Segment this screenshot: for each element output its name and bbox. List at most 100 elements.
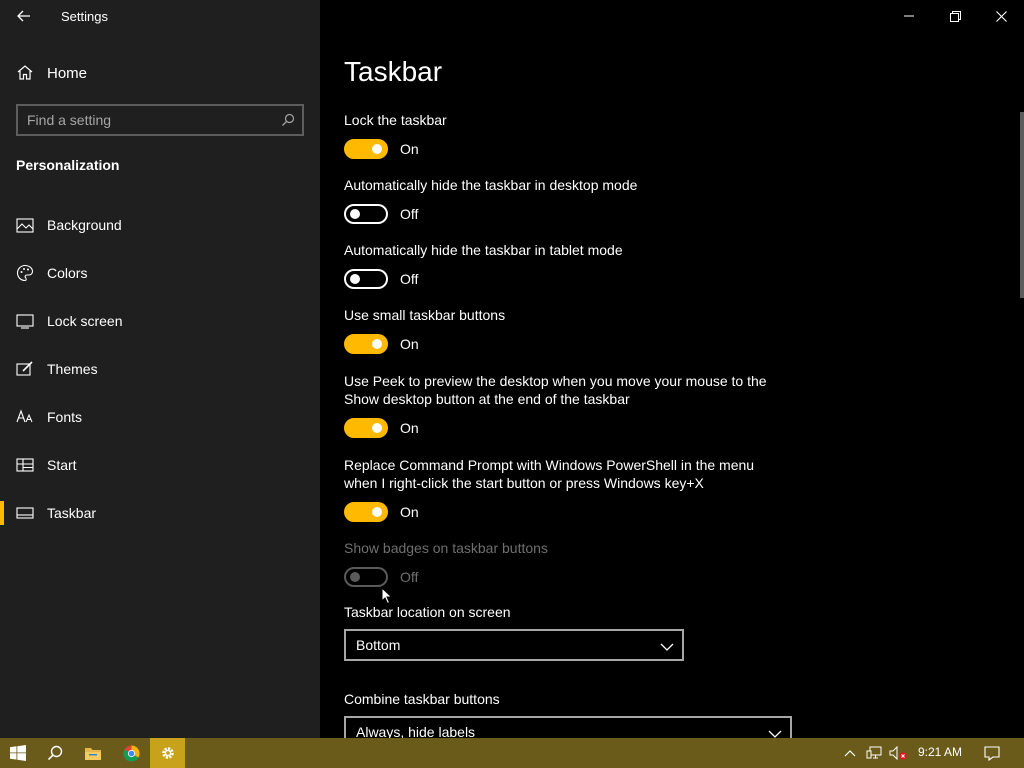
palette-icon [16,264,34,282]
location-dropdown[interactable]: Bottom [344,629,684,661]
setting-label: Automatically hide the taskbar in deskto… [344,177,638,193]
scrollbar-thumb[interactable] [1020,112,1024,298]
setting-label: Replace Command Prompt with Windows Powe… [344,457,755,491]
search-box[interactable] [16,104,304,136]
toggle-knob [372,423,382,433]
toggle-state: Off [400,271,419,287]
minimize-button[interactable] [886,0,932,32]
setting-peek: Use Peek to preview the desktop when you… [344,372,784,438]
combine-dropdown[interactable]: Always, hide labels [344,716,792,738]
app-title: Settings [61,9,108,24]
setting-badges: Show badges on taskbar buttons Off [344,539,784,587]
toggle-switch[interactable] [344,269,388,289]
sidebar-item-label: Lock screen [47,313,123,329]
toggle-knob [350,274,360,284]
folder-icon [85,747,101,760]
home-label: Home [47,65,88,82]
chevron-down-icon [768,726,782,738]
taskbar-icon [16,504,34,522]
volume-button[interactable] [886,738,910,768]
setting-label: Lock the taskbar [344,112,447,128]
font-icon [16,408,34,426]
toggle-switch[interactable] [344,418,388,438]
minimize-icon [904,15,914,17]
sidebar-nav: Background Colors Lock screen Themes Fon… [0,201,320,537]
sidebar-home[interactable]: Home [0,56,320,90]
main-content: Taskbar Lock the taskbar On Automaticall… [320,0,1024,738]
toggle-knob [350,209,360,219]
location-value: Bottom [356,637,401,653]
setting-label: Use small taskbar buttons [344,307,506,323]
network-icon [866,746,882,759]
notification-icon [984,745,1000,761]
sidebar: Settings Home Personalization Background [0,0,320,738]
toggle-knob [372,339,382,349]
chevron-down-icon [660,639,674,655]
location-label: Taskbar location on screen [344,604,511,620]
show-hidden-icons-button[interactable] [838,738,862,768]
file-explorer-button[interactable] [74,738,112,768]
volume-muted-icon [889,746,907,760]
network-button[interactable] [862,738,886,768]
toggle-state: On [400,420,419,436]
toggle-state: Off [400,569,419,585]
page-title: Taskbar [344,56,443,87]
taskbar-search-button[interactable] [36,738,74,768]
close-icon [995,10,1007,22]
sidebar-item-label: Background [47,217,122,233]
sidebar-item-label: Themes [47,361,98,377]
back-button[interactable] [8,2,40,30]
clock-time[interactable]: 9:21 AM [918,745,962,759]
section-title: Personalization [16,157,120,173]
toggle-state: On [400,141,419,157]
chevron-up-icon [844,750,856,757]
picture-icon [16,216,34,234]
sidebar-item-themes[interactable]: Themes [0,345,320,393]
sidebar-item-start[interactable]: Start [0,441,320,489]
sidebar-item-label: Taskbar [47,505,97,521]
setting-small-buttons: Use small taskbar buttons On [344,306,784,354]
toggle-state: On [400,504,419,520]
back-arrow-icon [17,10,30,22]
home-icon [16,64,34,86]
start-button[interactable] [0,738,36,768]
restore-icon [949,10,961,22]
toggle-switch[interactable] [344,204,388,224]
combine-label: Combine taskbar buttons [344,691,500,707]
combine-value: Always, hide labels [356,724,476,738]
sidebar-item-colors[interactable]: Colors [0,249,320,297]
toggle-switch[interactable] [344,502,388,522]
toggle-knob [372,507,382,517]
toggle-state: On [400,336,419,352]
settings-taskbar-button[interactable] [150,738,185,768]
setting-autohide-tablet: Automatically hide the taskbar in tablet… [344,241,784,289]
sidebar-item-label: Colors [47,265,88,281]
sidebar-item-lock-screen[interactable]: Lock screen [0,297,320,345]
setting-lock-taskbar: Lock the taskbar On [344,111,784,159]
action-center-button[interactable] [978,738,1006,768]
brush-icon [16,360,34,378]
mouse-cursor-icon [381,586,393,610]
sidebar-item-background[interactable]: Background [0,201,320,249]
toggle-switch[interactable] [344,139,388,159]
setting-label: Use Peek to preview the desktop when you… [344,373,767,407]
close-button[interactable] [978,0,1024,32]
sidebar-item-taskbar[interactable]: Taskbar [0,489,320,537]
search-icon[interactable] [274,113,302,127]
sidebar-item-fonts[interactable]: Fonts [0,393,320,441]
chrome-icon [123,745,139,761]
search-input[interactable] [18,106,274,134]
setting-autohide-desktop: Automatically hide the taskbar in deskto… [344,176,784,224]
gear-icon [161,747,174,759]
restore-button[interactable] [932,0,978,32]
setting-label: Show badges on taskbar buttons [344,540,548,556]
lock-screen-icon [16,312,34,330]
setting-label: Automatically hide the taskbar in tablet… [344,242,623,258]
windows-logo-icon [10,745,26,761]
chrome-button[interactable] [112,738,150,768]
sidebar-item-label: Start [47,457,77,473]
setting-powershell: Replace Command Prompt with Windows Powe… [344,456,784,522]
toggle-switch[interactable] [344,334,388,354]
start-layout-icon [16,456,34,474]
windows-taskbar: 9:21 AM [0,738,1024,768]
